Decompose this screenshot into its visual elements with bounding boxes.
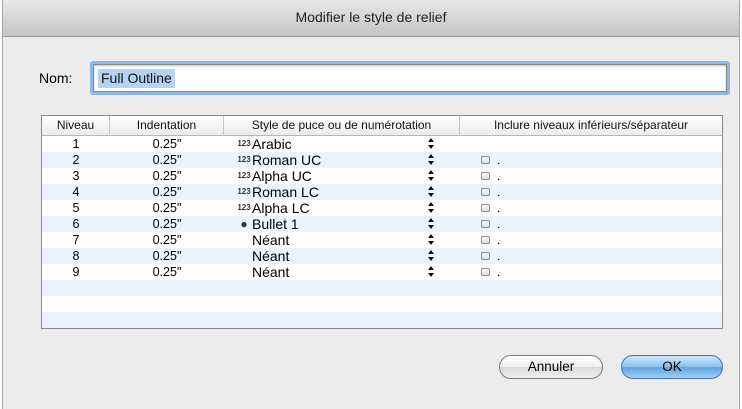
include-cell: . (460, 216, 722, 232)
level-cell: 8 (72, 249, 80, 263)
include-cell: . (460, 152, 722, 168)
popup-arrows-icon[interactable] (428, 202, 436, 214)
table-row[interactable]: 9 0.25" Néant. (42, 264, 722, 280)
table-row[interactable]: 1 0.25" 123 Arabic (42, 136, 722, 152)
include-cell: . (460, 248, 722, 264)
popup-arrows-icon[interactable] (428, 266, 436, 278)
include-cell: . (460, 168, 722, 184)
name-input[interactable]: Full Outline (93, 64, 727, 92)
separator-field[interactable]: . (497, 152, 500, 168)
column-header-include[interactable]: Inclure niveaux inférieurs/séparateur (460, 116, 722, 136)
empty-row (42, 312, 722, 328)
name-input-value[interactable]: Full Outline (98, 69, 175, 88)
table-row[interactable]: 3 0.25" 123 Alpha UC. (42, 168, 722, 184)
table-body: 1 0.25" 123 Arabic 2 0.25" 123 Roman UC. 3 0.25" 1… (42, 136, 722, 328)
style-label: Alpha UC (252, 168, 312, 184)
level-cell: 2 (72, 153, 80, 167)
empty-row (42, 296, 722, 312)
style-popup[interactable]: 123 Roman UC (224, 152, 460, 168)
separator-field[interactable]: . (497, 232, 500, 248)
indentation-cell[interactable]: 0.25" (110, 136, 224, 152)
popup-arrows-icon[interactable] (428, 138, 436, 150)
style-label: Néant (252, 248, 290, 264)
indentation-cell[interactable]: 0.25" (110, 216, 224, 232)
style-label: Alpha LC (252, 200, 310, 216)
level-cell: 6 (72, 217, 80, 231)
style-popup[interactable]: 123 Arabic (224, 136, 460, 152)
window-title: Modifier le style de relief (3, 0, 739, 37)
include-cell: . (460, 200, 722, 216)
column-header-indentation[interactable]: Indentation (110, 116, 224, 136)
include-checkbox[interactable] (481, 220, 490, 228)
separator-field[interactable]: . (497, 168, 500, 184)
table-header: Niveau Indentation Style de puce ou de n… (42, 116, 722, 136)
table-row[interactable]: 5 0.25" 123 Alpha LC. (42, 200, 722, 216)
levels-table: Niveau Indentation Style de puce ou de n… (41, 115, 723, 329)
table-row[interactable]: 6 0.25" ● Bullet 1. (42, 216, 722, 232)
style-label: Arabic (252, 136, 292, 152)
include-cell: . (460, 184, 722, 200)
separator-field[interactable]: . (497, 216, 500, 232)
level-cell: 7 (72, 233, 80, 247)
style-popup[interactable]: Néant (224, 248, 460, 264)
separator-field[interactable]: . (497, 184, 500, 200)
include-checkbox[interactable] (481, 268, 490, 276)
include-checkbox[interactable] (481, 204, 490, 212)
style-popup[interactable]: ● Bullet 1 (224, 216, 460, 232)
style-label: Néant (252, 232, 290, 248)
level-cell: 4 (72, 185, 80, 199)
table-row[interactable]: 2 0.25" 123 Roman UC. (42, 152, 722, 168)
include-cell: . (460, 264, 722, 280)
style-label: Bullet 1 (252, 216, 299, 232)
indentation-cell[interactable]: 0.25" (110, 152, 224, 168)
name-label: Nom: (39, 70, 73, 86)
column-header-style[interactable]: Style de puce ou de numérotation (224, 116, 460, 136)
indentation-cell[interactable]: 0.25" (110, 232, 224, 248)
include-checkbox[interactable] (481, 156, 490, 164)
indentation-cell[interactable]: 0.25" (110, 248, 224, 264)
table-row[interactable]: 8 0.25" Néant. (42, 248, 722, 264)
popup-arrows-icon[interactable] (428, 218, 436, 230)
include-cell: . (460, 232, 722, 248)
style-label: Roman LC (252, 184, 319, 200)
level-cell: 9 (72, 265, 80, 279)
table-row[interactable]: 7 0.25" Néant. (42, 232, 722, 248)
indentation-cell[interactable]: 0.25" (110, 168, 224, 184)
column-header-level[interactable]: Niveau (42, 116, 110, 136)
include-checkbox[interactable] (481, 252, 490, 260)
style-popup[interactable]: Néant (224, 232, 460, 248)
level-cell: 3 (72, 169, 80, 183)
include-checkbox[interactable] (481, 188, 490, 196)
include-checkbox[interactable] (481, 236, 490, 244)
separator-field[interactable]: . (497, 264, 500, 280)
include-cell (460, 136, 722, 152)
separator-field[interactable]: . (497, 200, 500, 216)
separator-field[interactable]: . (497, 248, 500, 264)
indentation-cell[interactable]: 0.25" (110, 184, 224, 200)
style-label: Roman UC (252, 152, 322, 168)
indentation-cell[interactable]: 0.25" (110, 264, 224, 280)
table-row[interactable]: 4 0.25" 123 Roman LC. (42, 184, 722, 200)
ok-button[interactable]: OK (621, 355, 723, 379)
cancel-button[interactable]: Annuler (499, 355, 603, 379)
style-popup[interactable]: Néant (224, 264, 460, 280)
level-cell: 5 (72, 201, 80, 215)
popup-arrows-icon[interactable] (428, 170, 436, 182)
style-popup[interactable]: 123 Alpha UC (224, 168, 460, 184)
indentation-cell[interactable]: 0.25" (110, 200, 224, 216)
style-label: Néant (252, 264, 290, 280)
popup-arrows-icon[interactable] (428, 186, 436, 198)
style-popup[interactable]: 123 Roman LC (224, 184, 460, 200)
popup-arrows-icon[interactable] (428, 154, 436, 166)
include-checkbox[interactable] (481, 172, 490, 180)
popup-arrows-icon[interactable] (428, 250, 436, 262)
dialog-window: Modifier le style de relief Nom: Full Ou… (2, 0, 740, 409)
style-popup[interactable]: 123 Alpha LC (224, 200, 460, 216)
empty-row (42, 280, 722, 296)
popup-arrows-icon[interactable] (428, 234, 436, 246)
level-cell: 1 (72, 137, 80, 151)
